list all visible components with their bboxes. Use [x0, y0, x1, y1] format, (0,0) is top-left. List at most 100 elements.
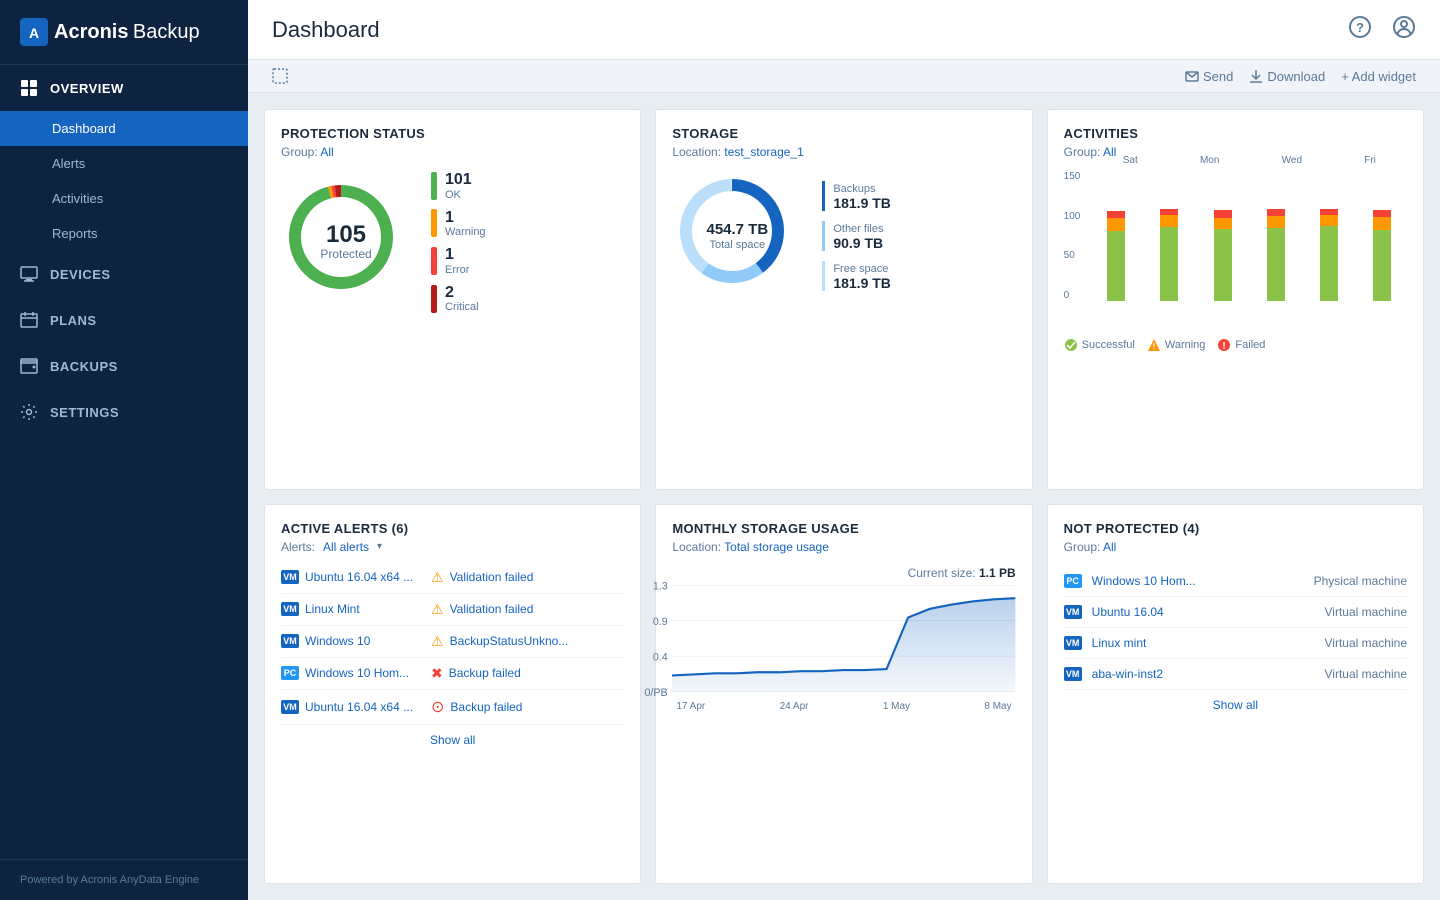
np-row-1: PC Windows 10 Hom... Physical machine	[1064, 566, 1407, 597]
svg-text:!: !	[1153, 342, 1156, 351]
user-icon[interactable]	[1392, 15, 1416, 45]
bar-mon	[1145, 209, 1194, 301]
bar-tue-failed	[1214, 210, 1232, 218]
sidebar-section-overview[interactable]: OVERVIEW	[0, 65, 248, 111]
np-row-2: VM Ubuntu 16.04 Virtual machine	[1064, 597, 1407, 628]
failed-legend-icon: !	[1217, 338, 1231, 352]
alerts-show-all[interactable]: Show all	[281, 733, 624, 747]
chart-legend: Successful ! Warning !	[1064, 338, 1407, 352]
sidebar-section-devices[interactable]: DEVICES	[0, 251, 248, 297]
sidebar-item-activities[interactable]: Activities	[0, 181, 248, 216]
error-alert-icon-4: ✖	[431, 665, 443, 682]
monthly-location-link[interactable]: Total storage usage	[724, 540, 829, 554]
error-indicator	[431, 247, 437, 275]
toolbar-right: Send Download + Add widget	[1185, 69, 1416, 84]
sidebar-item-dashboard[interactable]: Dashboard	[0, 111, 248, 146]
alert-name-2: Linux Mint	[305, 602, 425, 616]
bar-sat	[1092, 211, 1141, 301]
status-error: 1 Error	[431, 246, 486, 276]
alert-msg-4: Backup failed	[449, 666, 521, 680]
logo: A Acronis Backup	[0, 0, 248, 65]
virtual-np-icon-2: VM	[1064, 605, 1082, 619]
activities-title: ACTIVITIES	[1064, 126, 1407, 141]
status-warning: 1 Warning	[431, 209, 486, 239]
vm-icon-2: VM	[281, 602, 299, 616]
alert-name-1: Ubuntu 16.04 x64 ...	[305, 570, 425, 584]
bar-tue	[1198, 210, 1247, 301]
grid-icon	[20, 79, 38, 97]
add-widget-button[interactable]: + Add widget	[1341, 69, 1416, 84]
not-protected-group-link[interactable]: All	[1103, 540, 1116, 554]
protection-status-card: PROTECTION STATUS Group: All	[264, 109, 641, 490]
toolbar: Send Download + Add widget	[248, 60, 1440, 93]
topbar: Dashboard ?	[248, 0, 1440, 60]
sidebar-item-alerts[interactable]: Alerts	[0, 146, 248, 181]
bar-thu-success	[1320, 226, 1338, 301]
protection-status-group: Group: All	[281, 145, 624, 159]
plans-icon	[20, 311, 38, 329]
bar-fri-warning	[1373, 217, 1391, 230]
warning-alert-icon-3: ⚠	[431, 633, 444, 650]
np-name-4: aba-win-inst2	[1092, 667, 1315, 681]
expand-button[interactable]	[272, 68, 288, 84]
sidebar-item-reports[interactable]: Reports	[0, 216, 248, 251]
alerts-filter: Alerts: All alerts ▾	[281, 540, 624, 554]
vm-icon-3: VM	[281, 634, 299, 648]
warning-alert-icon-1: ⚠	[431, 569, 444, 586]
np-type-3: Virtual machine	[1325, 636, 1408, 650]
vm-icon-5: VM	[281, 700, 299, 714]
alert-row-5: VM Ubuntu 16.04 x64 ... ⊙ Backup failed	[281, 690, 624, 725]
alert-msg-2: Validation failed	[450, 602, 534, 616]
protection-group-link[interactable]: All	[320, 145, 333, 159]
not-protected-show-all[interactable]: Show all	[1064, 698, 1407, 712]
alert-name-5: Ubuntu 16.04 x64 ...	[305, 700, 425, 714]
svg-text:0/PB: 0/PB	[645, 686, 668, 698]
svg-text:!: !	[1223, 341, 1226, 352]
acronis-logo-icon: A	[20, 18, 48, 46]
warning-alert-icon-2: ⚠	[431, 601, 444, 618]
storage-content: 454.7 TB Total space Backups 181.9 TB Ot…	[672, 171, 1015, 301]
physical-np-icon-1: PC	[1064, 574, 1082, 588]
svg-text:1.3: 1.3	[653, 580, 668, 592]
not-protected-group: Group: All	[1064, 540, 1407, 554]
storage-card: STORAGE Location: test_storage_1	[655, 109, 1032, 490]
alerts-filter-link[interactable]: All alerts	[323, 540, 369, 554]
ok-indicator	[431, 172, 437, 200]
storage-list: Backups 181.9 TB Other files 90.9 TB Fre…	[822, 181, 891, 291]
active-alerts-card: ACTIVE ALERTS (6) Alerts: All alerts ▾ V…	[264, 504, 641, 885]
status-list: 101 OK 1 Warning 1	[431, 171, 486, 313]
help-icon[interactable]: ?	[1348, 15, 1372, 45]
sidebar: A Acronis Backup OVERVIEW Dashboard Aler…	[0, 0, 248, 900]
bar-sat-success	[1107, 231, 1125, 301]
svg-text:0.9: 0.9	[653, 616, 668, 628]
bar-thu-warning	[1320, 215, 1338, 226]
dropdown-arrow-icon: ▾	[377, 541, 382, 552]
download-button[interactable]: Download	[1249, 69, 1325, 84]
storage-free: Free space 181.9 TB	[822, 261, 891, 291]
alert-msg-1: Validation failed	[450, 570, 534, 584]
status-critical: 2 Critical	[431, 284, 486, 314]
send-button[interactable]: Send	[1185, 69, 1233, 84]
monthly-line-chart: 1.3 0.9 0.4 0/PB	[672, 584, 1015, 694]
physical-icon-4: PC	[281, 666, 299, 680]
activities-card: ACTIVITIES Group: All 150 100 50 0	[1047, 109, 1424, 490]
storage-location-link[interactable]: test_storage_1	[724, 145, 803, 159]
y-axis-labels: 150 100 50 0	[1064, 171, 1090, 301]
storage-location: Location: test_storage_1	[672, 145, 1015, 159]
sidebar-section-settings[interactable]: SETTINGS	[0, 389, 248, 435]
active-alerts-title: ACTIVE ALERTS (6)	[281, 521, 624, 536]
donut-label: 105 Protected	[320, 223, 371, 261]
critical-alert-icon-5: ⊙	[431, 697, 444, 717]
status-ok: 101 OK	[431, 171, 486, 201]
sidebar-section-backups[interactable]: BACKUPS	[0, 343, 248, 389]
page-title: Dashboard	[272, 17, 380, 43]
svg-text:?: ?	[1356, 20, 1364, 35]
svg-text:0.4: 0.4	[653, 651, 668, 663]
sidebar-section-plans[interactable]: PLANS	[0, 297, 248, 343]
vm-icon-1: VM	[281, 570, 299, 584]
critical-indicator	[431, 285, 437, 313]
np-name-2: Ubuntu 16.04	[1092, 605, 1315, 619]
storage-backups: Backups 181.9 TB	[822, 181, 891, 211]
bar-wed	[1251, 209, 1300, 301]
successful-legend-icon	[1064, 338, 1078, 352]
